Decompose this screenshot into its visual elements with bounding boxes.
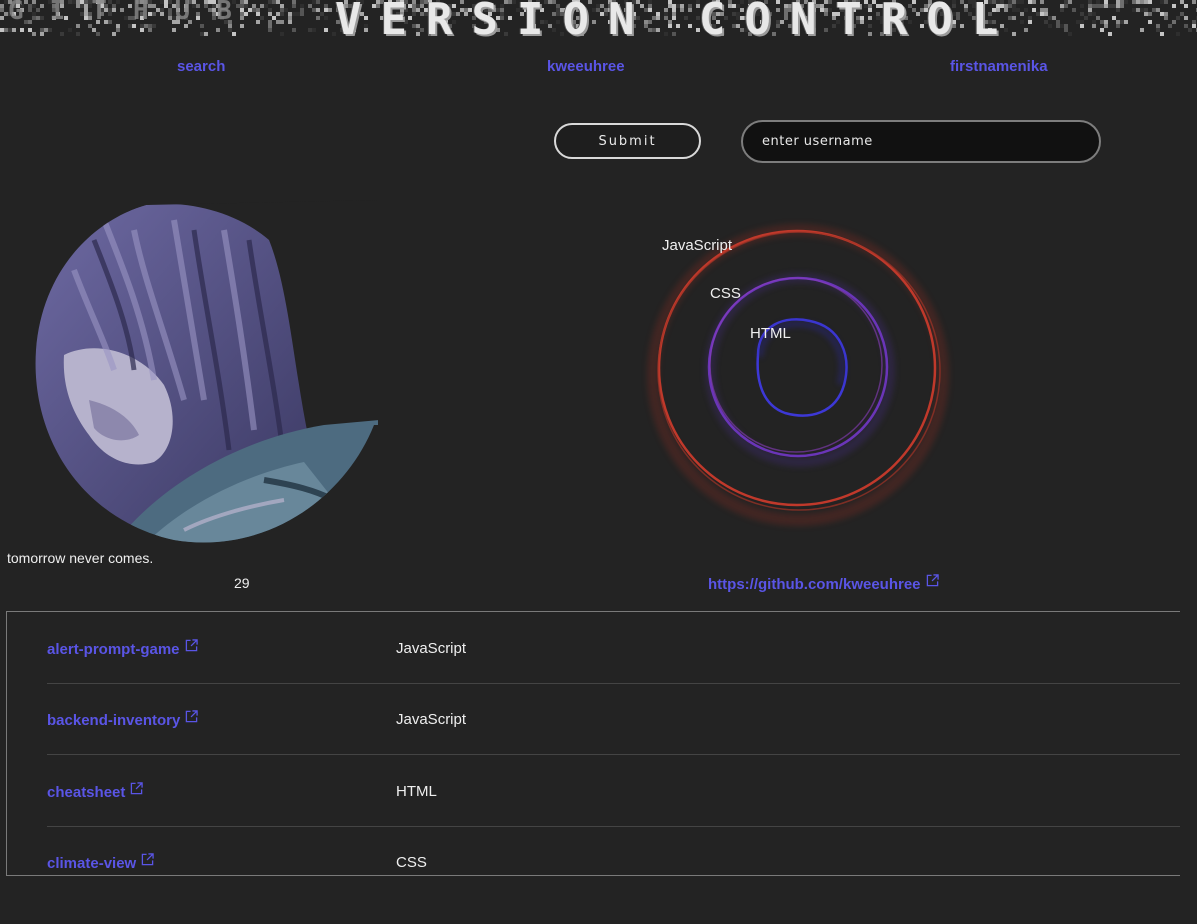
banner-ghost-text: GITHUB: [8, 0, 258, 26]
repo-link-climate-view[interactable]: climate-view: [47, 853, 154, 872]
repo-row: alert-prompt-game JavaScript: [47, 612, 1180, 684]
github-profile-url: https://github.com/kweeuhree: [708, 576, 921, 593]
repo-language: CSS: [396, 854, 427, 871]
submit-button[interactable]: Submit: [554, 123, 701, 159]
repo-list: alert-prompt-game JavaScript backend-inv…: [6, 611, 1180, 876]
user-bio: tomorrow never comes.: [7, 550, 154, 566]
repo-name: alert-prompt-game: [47, 641, 180, 658]
avatar: [34, 200, 379, 545]
nav-user-link-firstnamenika[interactable]: firstnamenika: [950, 58, 1048, 75]
repo-language: JavaScript: [396, 640, 467, 657]
repo-link-backend-inventory[interactable]: backend-inventory: [47, 710, 199, 729]
repo-language: JavaScript: [396, 711, 467, 728]
language-rings-chart: JavaScript CSS HTML: [647, 224, 949, 526]
page-title: VERSION CONTROL: [335, 0, 1018, 40]
nav-user-link-kweeuhree[interactable]: kweeuhree: [547, 58, 625, 75]
repo-link-alert-prompt-game[interactable]: alert-prompt-game: [47, 639, 198, 658]
external-link-icon: [131, 782, 144, 795]
repo-name: backend-inventory: [47, 712, 181, 729]
repo-language: HTML: [396, 783, 437, 800]
repo-count: 29: [234, 575, 250, 591]
repo-row: backend-inventory JavaScript: [47, 683, 1180, 755]
repo-row: cheatsheet HTML: [47, 755, 1180, 827]
ring-label-javascript: JavaScript: [662, 237, 733, 254]
header-banner: GITHUB VERSION CONTROL: [0, 0, 1197, 40]
external-link-icon: [186, 710, 199, 723]
repo-link-cheatsheet[interactable]: cheatsheet: [47, 782, 144, 801]
repo-name: climate-view: [47, 855, 137, 872]
github-profile-link[interactable]: https://github.com/kweeuhree: [708, 574, 939, 593]
repo-name: cheatsheet: [47, 784, 126, 801]
external-link-icon: [926, 574, 939, 587]
ring-label-css: CSS: [710, 285, 741, 302]
ring-css: [707, 276, 889, 458]
nav-search-link[interactable]: search: [177, 58, 225, 75]
username-input[interactable]: [741, 120, 1101, 163]
external-link-icon: [141, 853, 154, 866]
external-link-icon: [185, 639, 198, 652]
repo-row: climate-view CSS: [47, 826, 1180, 875]
ring-label-html: HTML: [750, 325, 791, 342]
